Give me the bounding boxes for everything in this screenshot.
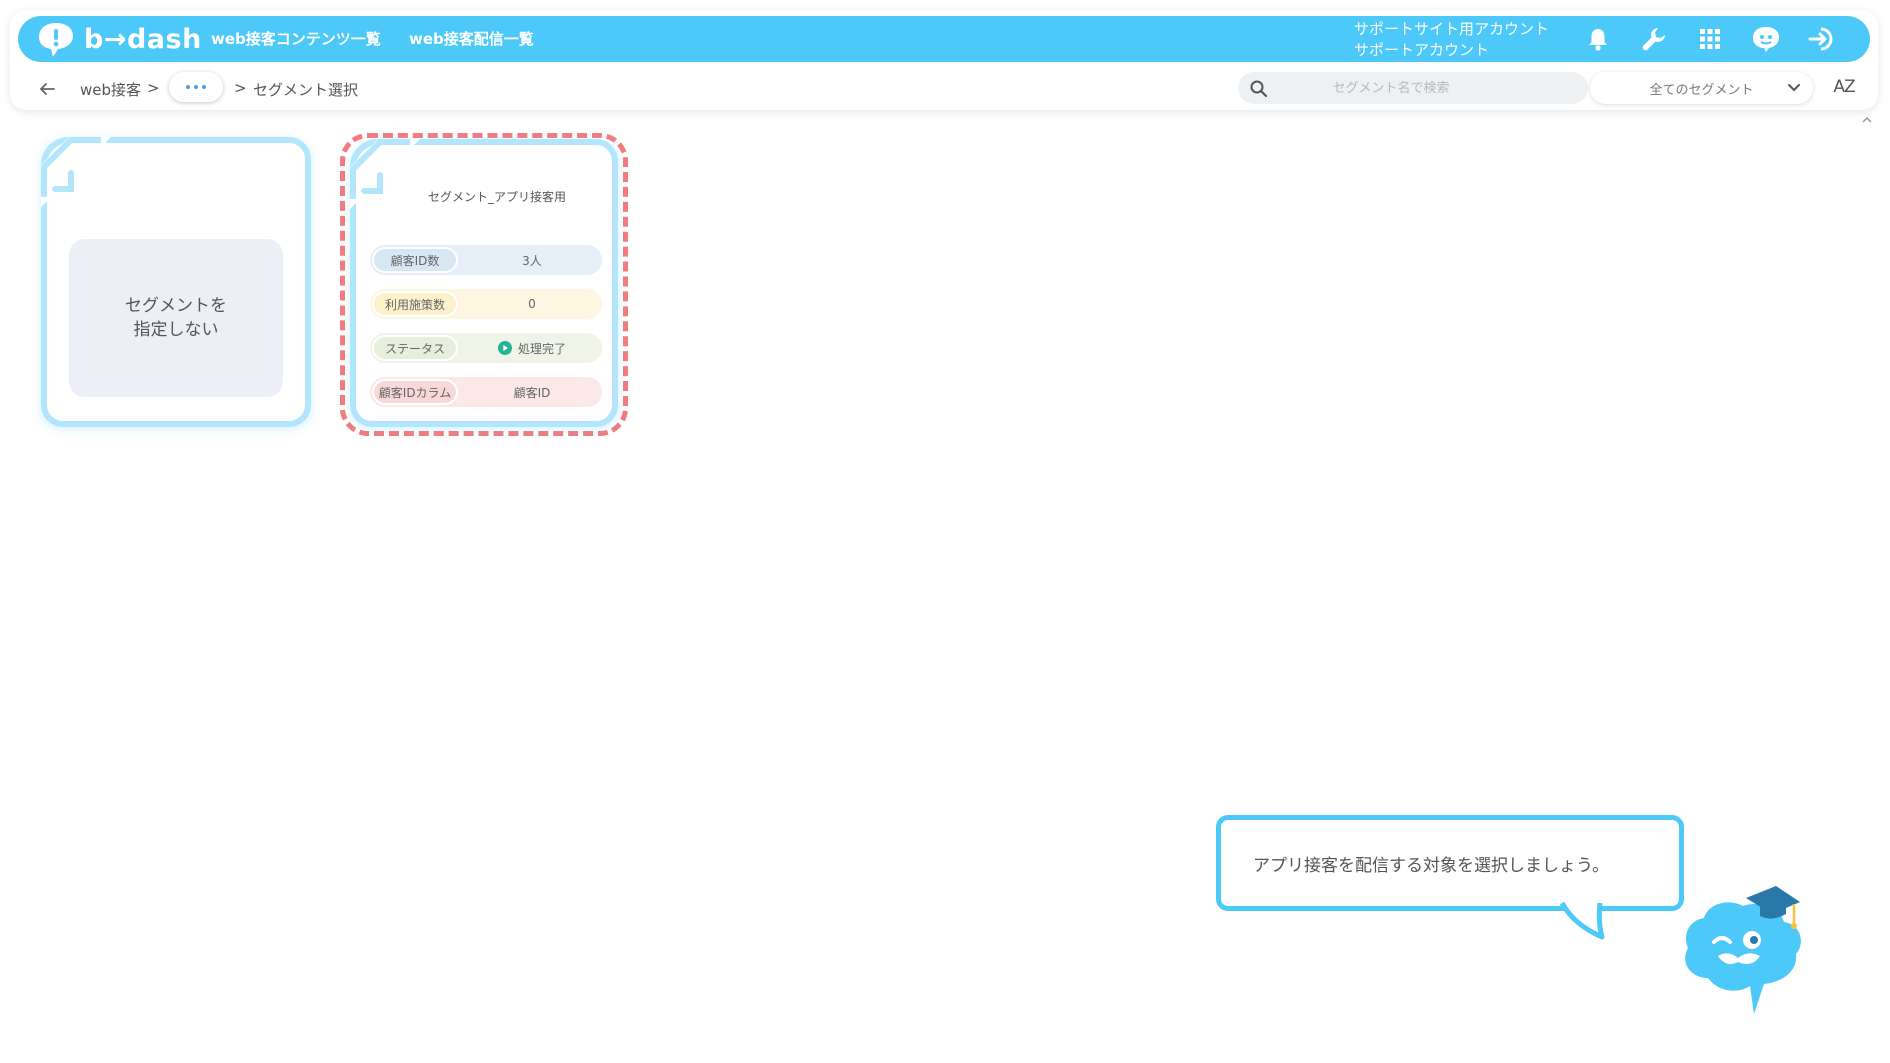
sort-az-button[interactable]: AZ [1828,72,1860,102]
stat-label: 顧客ID数 [372,247,458,273]
chevron-down-icon [1788,84,1800,92]
folded-corner-icon [41,137,111,207]
nav-contents-list[interactable]: web接客コンテンツ一覧 [211,28,381,49]
mascot-character-icon [1685,886,1801,1014]
stat-value: 処理完了 [462,333,602,363]
stat-label: 顧客IDカラム [372,379,458,405]
stat-id-column: 顧客IDカラム 顧客ID [370,377,602,407]
logo[interactable]: b→dash [36,20,202,58]
stat-customer-count: 顧客ID数 3人 [370,245,602,275]
chat-mascot-icon[interactable] [1750,24,1782,54]
guide-speech-bubble: アプリ接客を配信する対象を選択しましょう。 [1216,815,1684,911]
speech-bubble-tail [1560,901,1605,940]
scroll-up-icon[interactable] [1862,117,1872,123]
breadcrumb-separator: > [147,79,160,97]
segment-card[interactable]: セグメント_アプリ接客用 顧客ID数 3人 利用施策数 0 ステータス 処理完了… [350,139,618,427]
back-arrow-icon[interactable] [36,77,58,101]
stat-label: ステータス [372,335,458,361]
search-icon [1250,80,1267,97]
no-segment-label: セグメントを 指定しない [69,239,283,397]
sort-az-label: AZ [1833,77,1855,97]
search-bar [1238,72,1588,104]
top-navbar: b→dash web接客コンテンツ一覧 web接客配信一覧 サポートサイト用アカ… [18,16,1870,62]
guide-message: アプリ接客を配信する対象を選択しましょう。 [1253,855,1609,876]
account-user-name: サポートアカウント [1354,41,1490,59]
grid-icon[interactable] [1694,24,1726,54]
breadcrumb-current: セグメント選択 [253,81,359,99]
account-site-name: サポートサイト用アカウント [1354,20,1550,38]
nav-delivery-list[interactable]: web接客配信一覧 [409,28,534,49]
stat-value: 0 [528,297,536,311]
segment-name: セグメント_アプリ接客用 [428,190,567,204]
stat-value: 顧客ID [513,385,551,400]
account-info[interactable]: サポートサイト用アカウント サポートアカウント [1354,19,1549,61]
bell-icon[interactable] [1582,24,1614,54]
brand-name: b→dash [84,23,202,55]
segment-filter-select[interactable]: 全てのセグメント [1590,72,1813,104]
stat-campaign-count: 利用施策数 0 [370,289,602,319]
speech-logo-icon [39,23,73,57]
play-circle-icon [497,341,512,355]
wrench-icon[interactable] [1638,24,1670,54]
logout-icon[interactable] [1806,24,1838,54]
breadcrumb-more-button[interactable] [169,72,223,102]
segment-search-input[interactable] [1254,79,1528,97]
stat-label: 利用施策数 [372,291,458,317]
segment-filter-value: 全てのセグメント [1649,82,1754,98]
folded-corner-icon [350,139,420,209]
no-segment-card[interactable]: セグメントを 指定しない [41,137,311,427]
breadcrumb-root[interactable]: web接客 [80,79,141,100]
stat-status: ステータス 処理完了 [370,333,602,363]
stat-value: 3人 [522,253,542,268]
breadcrumb-separator-2: > [234,79,247,97]
